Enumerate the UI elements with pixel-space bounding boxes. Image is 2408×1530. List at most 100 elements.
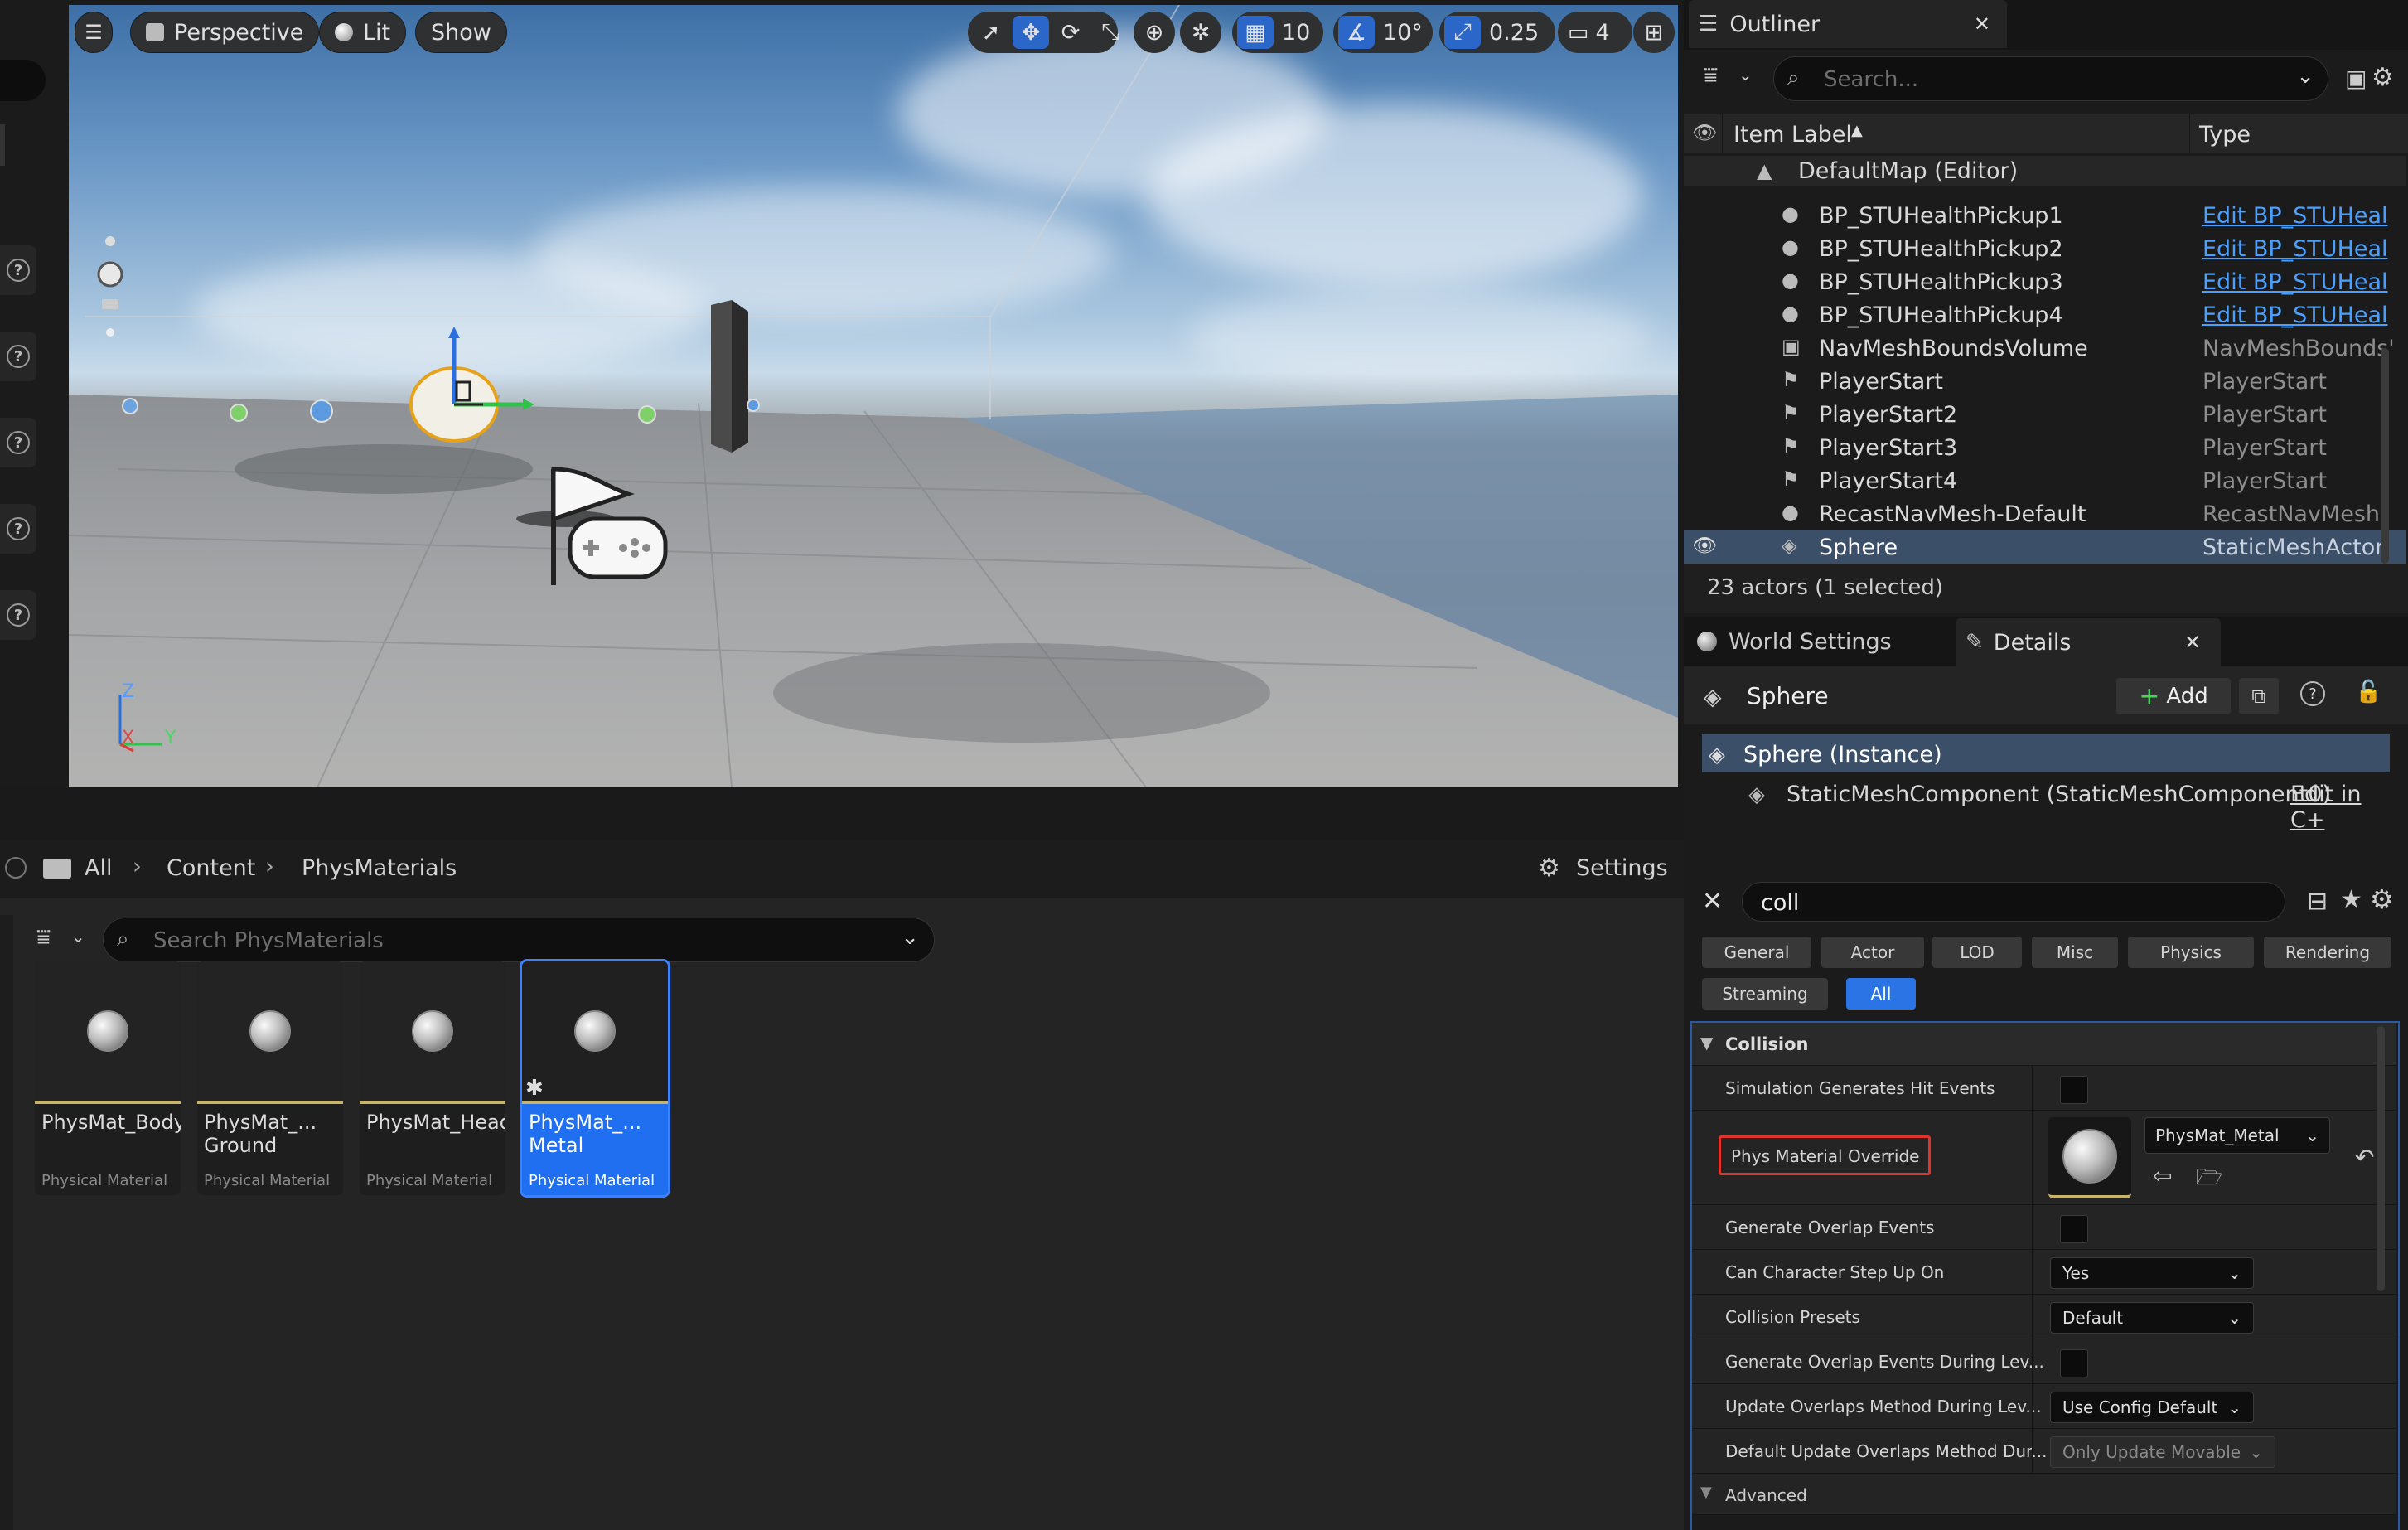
filter-misc[interactable]: Misc bbox=[2032, 937, 2118, 968]
outliner-row[interactable]: ● BP_STUHealthPickup3 Edit BP_STUHeal bbox=[1684, 265, 2406, 298]
eye-icon[interactable]: 👁 bbox=[1692, 534, 1717, 557]
blueprint-button[interactable]: ⧉ bbox=[2239, 678, 2279, 714]
advanced-section-header[interactable]: ▼ Advanced bbox=[1692, 1474, 2396, 1515]
breadcrumb-content[interactable]: Content bbox=[167, 855, 255, 881]
phys-material-thumbnail[interactable] bbox=[2048, 1117, 2131, 1198]
sim-hit-checkbox[interactable] bbox=[2060, 1076, 2088, 1104]
camera-speed-button[interactable]: ▭ 4 bbox=[1558, 12, 1632, 53]
outliner-search-input[interactable]: ⌕ Search... ⌄ bbox=[1773, 56, 2328, 101]
outliner-row[interactable]: ● BP_STUHealthPickup4 Edit BP_STUHeal bbox=[1684, 298, 2406, 332]
gen-overlap-level-checkbox[interactable] bbox=[2060, 1349, 2088, 1377]
help-button-1[interactable]: ? bbox=[0, 245, 36, 295]
filter-actor[interactable]: Actor bbox=[1821, 937, 1924, 968]
edit-blueprint-link[interactable]: Edit BP_STUHeal bbox=[2202, 236, 2388, 262]
details-scrollbar[interactable] bbox=[2377, 1026, 2385, 1291]
translate-tool-button[interactable]: ✥ bbox=[1013, 16, 1049, 49]
column-type[interactable]: Type bbox=[2199, 122, 2251, 148]
history-icon[interactable] bbox=[5, 857, 27, 879]
grid-snap-toggle[interactable]: ▦ bbox=[1237, 16, 1274, 49]
outliner-row[interactable]: ⚑ PlayerStart2 PlayerStart bbox=[1684, 398, 2406, 431]
breadcrumb-all[interactable]: All bbox=[85, 855, 112, 881]
close-icon[interactable]: ✕ bbox=[2184, 631, 2201, 654]
level-viewport[interactable]: Z X Y ☰ Perspective Lit Show ➚ ✥ ⟳ ⤡ ⊕ ✲… bbox=[69, 5, 1678, 787]
outliner-row[interactable]: ▣ NavMeshBoundsVolume NavMeshBounds' bbox=[1684, 332, 2406, 365]
perspective-button[interactable]: Perspective bbox=[130, 12, 320, 53]
rotation-snap-toggle[interactable]: ∡ bbox=[1338, 16, 1375, 49]
scale-tool-button[interactable]: ⤡ bbox=[1092, 16, 1129, 49]
step-up-combo[interactable]: Yes ⌄ bbox=[2050, 1257, 2254, 1289]
light-icon[interactable] bbox=[97, 236, 123, 337]
select-tool-button[interactable]: ➚ bbox=[973, 16, 1009, 49]
asset-tile-physmat-head[interactable]: PhysMat_Head Physical Material bbox=[360, 961, 505, 1195]
outliner-world-row[interactable]: ▲ DefaultMap (Editor) bbox=[1684, 156, 2406, 186]
grid-snap-value[interactable]: 10 bbox=[1277, 16, 1315, 49]
star-icon[interactable]: ★ bbox=[2340, 885, 2362, 914]
collision-presets-combo[interactable]: Default ⌄ bbox=[2050, 1302, 2254, 1334]
reset-arrow-icon[interactable]: ↶ bbox=[2355, 1144, 2374, 1171]
gen-overlap-checkbox[interactable] bbox=[2060, 1215, 2088, 1243]
world-settings-tab[interactable]: World Settings bbox=[1689, 618, 1952, 665]
outliner-row[interactable]: ⚑ PlayerStart3 PlayerStart bbox=[1684, 431, 2406, 464]
filter-all[interactable]: All bbox=[1846, 978, 1916, 1010]
help-button-5[interactable]: ? bbox=[0, 590, 36, 640]
edit-blueprint-link[interactable]: Edit BP_STUHeal bbox=[2202, 203, 2388, 229]
instance-row[interactable]: ◈ Sphere (Instance) bbox=[1702, 734, 2390, 772]
add-component-button[interactable]: + Add bbox=[2116, 678, 2231, 714]
outliner-scrollbar[interactable] bbox=[2381, 348, 2389, 564]
close-icon[interactable]: ✕ bbox=[1974, 12, 1990, 36]
filter-general[interactable]: General bbox=[1702, 937, 1811, 968]
eye-icon[interactable]: 👁 bbox=[1692, 121, 1717, 144]
world-local-button[interactable]: ⊕ bbox=[1134, 12, 1175, 53]
asset-tile-physmat-body[interactable]: PhysMat_Body Physical Material bbox=[35, 961, 181, 1195]
filter-physics[interactable]: Physics bbox=[2128, 937, 2254, 968]
lit-button[interactable]: Lit bbox=[319, 12, 407, 53]
collision-section-header[interactable]: ▼ Collision bbox=[1692, 1023, 2396, 1066]
filter-icon[interactable]: ⩸ bbox=[1704, 61, 1718, 90]
outliner-row[interactable]: ⚑ PlayerStart4 PlayerStart bbox=[1684, 464, 2406, 497]
layout-button[interactable]: ⊞ bbox=[1633, 12, 1675, 53]
asset-tile-physmat-metal[interactable]: ✱ PhysMat_... Metal Physical Material bbox=[520, 959, 670, 1198]
edit-in-cpp-link[interactable]: Edit in C+ bbox=[2290, 782, 2390, 833]
scale-snap-toggle[interactable]: ⤢ bbox=[1444, 16, 1481, 49]
outliner-tab[interactable]: ☰ Outliner ✕ bbox=[1689, 0, 2007, 48]
outliner-row[interactable]: ⚑ PlayerStart PlayerStart bbox=[1684, 365, 2406, 398]
filter-icon[interactable]: ⩸ bbox=[36, 923, 51, 951]
use-selected-icon[interactable]: ⇦ bbox=[2153, 1162, 2172, 1189]
clear-search-icon[interactable]: ✕ bbox=[1702, 887, 1723, 916]
show-button[interactable]: Show bbox=[415, 12, 507, 53]
asset-search-input[interactable]: ⌕ Search PhysMaterials ⌄ bbox=[103, 918, 935, 962]
rotation-snap-value[interactable]: 10° bbox=[1378, 16, 1428, 49]
help-button-4[interactable]: ? bbox=[0, 504, 36, 554]
breadcrumb-physmaterials[interactable]: PhysMaterials bbox=[302, 855, 457, 881]
update-overlaps-combo[interactable]: Use Config Default ⌄ bbox=[2050, 1392, 2254, 1423]
outliner-row[interactable]: ● BP_STUHealthPickup1 Edit BP_STUHeal bbox=[1684, 199, 2406, 232]
surface-snap-button[interactable]: ✲ bbox=[1180, 12, 1221, 53]
gear-icon[interactable]: ⚙ bbox=[2370, 884, 2394, 915]
help-icon[interactable]: ? bbox=[2300, 681, 2325, 706]
edit-blueprint-link[interactable]: Edit BP_STUHeal bbox=[2202, 303, 2388, 328]
phys-material-combo[interactable]: PhysMat_Metal ⌄ bbox=[2144, 1117, 2330, 1154]
filter-lod[interactable]: LOD bbox=[1932, 937, 2022, 968]
edit-blueprint-link[interactable]: Edit BP_STUHeal bbox=[2202, 269, 2388, 295]
browse-icon[interactable]: 🗁 bbox=[2196, 1162, 2222, 1198]
filter-streaming[interactable]: Streaming bbox=[1702, 978, 1828, 1010]
lock-icon[interactable]: 🔓 bbox=[2355, 680, 2381, 704]
details-tab[interactable]: ✎ Details ✕ bbox=[1956, 618, 2221, 666]
viewport-menu-button[interactable]: ☰ bbox=[75, 12, 113, 53]
column-item-label[interactable]: Item Label bbox=[1733, 122, 1852, 148]
outliner-row[interactable]: ● RecastNavMesh-Default RecastNavMesh bbox=[1684, 497, 2406, 530]
outliner-row[interactable]: ◈ Sphere StaticMeshActor 👁 bbox=[1684, 530, 2406, 564]
details-search-input[interactable]: coll bbox=[1742, 882, 2285, 922]
settings-button[interactable]: Settings bbox=[1576, 855, 1668, 881]
gear-icon[interactable]: ⚙ bbox=[2372, 63, 2394, 92]
component-row[interactable]: ◈ StaticMeshComponent (StaticMeshCompone… bbox=[1702, 774, 2390, 833]
help-button-2[interactable]: ? bbox=[0, 332, 36, 381]
table-view-icon[interactable]: ⊟ bbox=[2307, 887, 2328, 916]
add-folder-icon[interactable]: ▣ bbox=[2345, 65, 2367, 92]
help-button-3[interactable]: ? bbox=[0, 418, 36, 467]
rotate-tool-button[interactable]: ⟳ bbox=[1052, 16, 1089, 49]
left-search-stub[interactable] bbox=[0, 60, 46, 101]
asset-tile-physmat-ground[interactable]: PhysMat_... Ground Physical Material bbox=[197, 961, 343, 1195]
outliner-row[interactable]: ● BP_STUHealthPickup2 Edit BP_STUHeal bbox=[1684, 232, 2406, 265]
scale-snap-value[interactable]: 0.25 bbox=[1484, 16, 1544, 49]
